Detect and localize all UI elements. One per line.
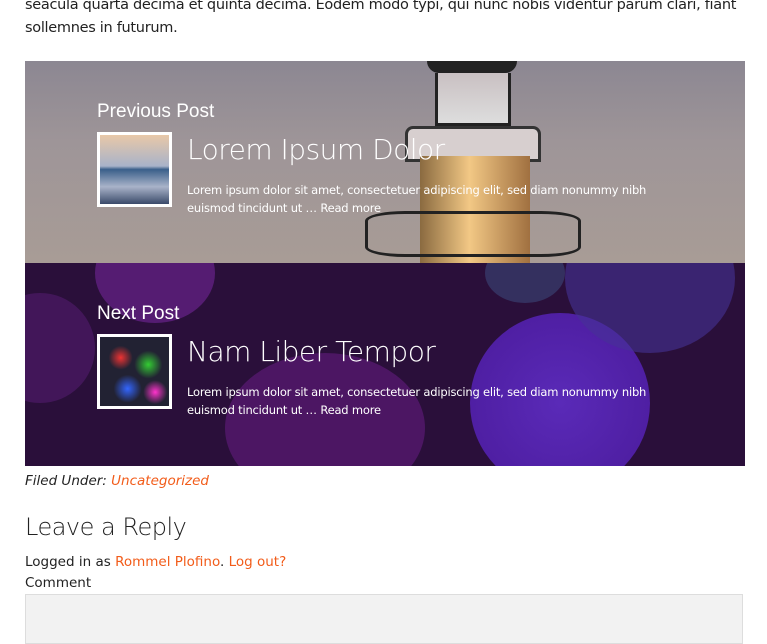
logged-in-text: Logged in as Rommel Plofino. Log out? xyxy=(25,554,287,570)
post-navigation: Previous Post Lorem Ipsum Dolor Lorem ip… xyxy=(25,61,745,466)
bokeh-decoration xyxy=(485,263,565,303)
next-post-excerpt: Lorem ipsum dolor sit amet, consectetuer… xyxy=(187,383,657,419)
comment-label: Comment xyxy=(25,575,92,591)
logged-in-prefix: Logged in as xyxy=(25,554,111,570)
previous-post-heading: Previous Post xyxy=(97,101,215,122)
filed-under: Filed Under: Uncategorized xyxy=(25,473,745,489)
logout-link[interactable]: Log out? xyxy=(229,554,287,570)
next-post-title[interactable]: Nam Liber Tempor xyxy=(187,335,436,368)
bokeh-decoration xyxy=(25,293,95,403)
next-post-thumbnail[interactable] xyxy=(97,334,172,409)
post-body-text: seacula quarta decima et quinta decima. … xyxy=(25,0,737,36)
read-more-link[interactable]: Read more xyxy=(320,403,381,417)
next-post-panel[interactable]: Next Post Nam Liber Tempor Lorem ipsum d… xyxy=(25,263,745,466)
comment-textarea[interactable] xyxy=(25,594,743,644)
user-profile-link[interactable]: Rommel Plofino xyxy=(115,554,220,570)
next-post-heading: Next Post xyxy=(97,303,180,324)
category-link[interactable]: Uncategorized xyxy=(111,473,209,489)
reply-heading: Leave a Reply xyxy=(25,513,187,541)
previous-post-panel[interactable]: Previous Post Lorem Ipsum Dolor Lorem ip… xyxy=(25,61,745,263)
previous-post-excerpt: Lorem ipsum dolor sit amet, consectetuer… xyxy=(187,181,657,217)
previous-post-title[interactable]: Lorem Ipsum Dolor xyxy=(187,133,445,166)
excerpt-text: Lorem ipsum dolor sit amet, consectetuer… xyxy=(187,385,647,417)
excerpt-text: Lorem ipsum dolor sit amet, consectetuer… xyxy=(187,183,647,215)
read-more-link[interactable]: Read more xyxy=(320,201,381,215)
filed-under-label: Filed Under: xyxy=(25,473,107,489)
previous-post-thumbnail[interactable] xyxy=(97,132,172,207)
